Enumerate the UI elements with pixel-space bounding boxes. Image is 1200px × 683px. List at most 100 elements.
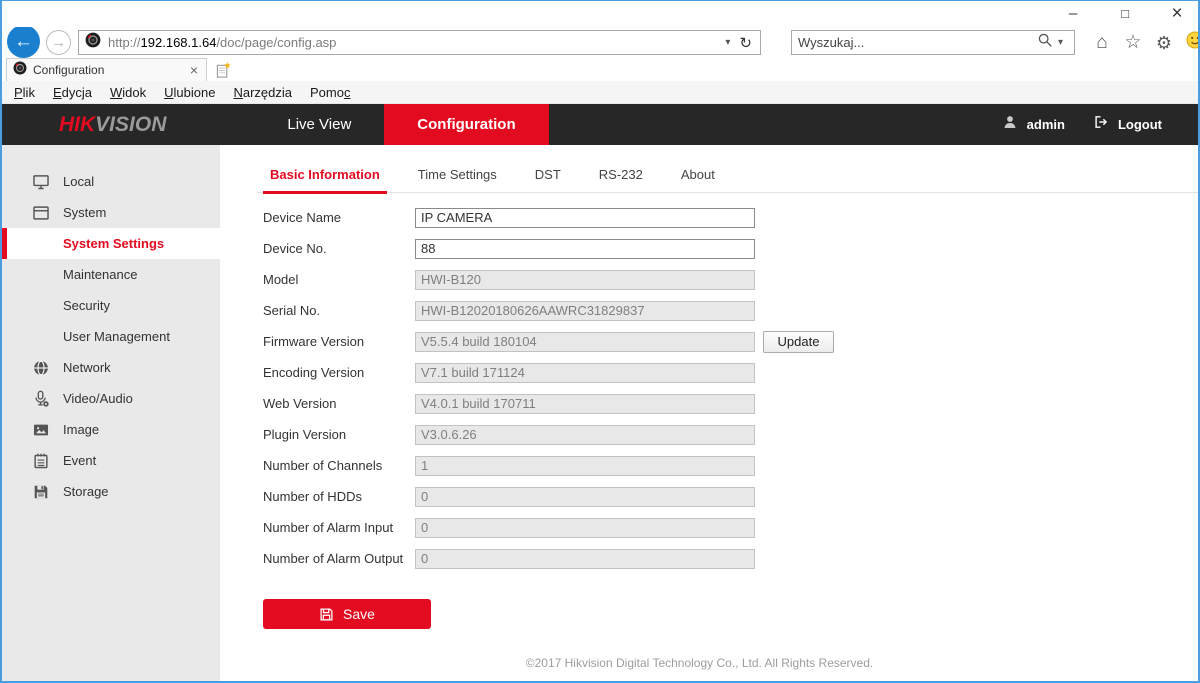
save-button[interactable]: Save: [263, 599, 431, 629]
app-header: HIKVISION Live View Configuration admin …: [2, 104, 1198, 145]
field-label: Serial No.: [263, 303, 415, 318]
tab-title: Configuration: [33, 63, 188, 77]
minimize-button[interactable]: –: [1062, 3, 1084, 25]
tab-dst[interactable]: DST: [528, 161, 568, 192]
sidebar-item-security[interactable]: Security: [2, 290, 220, 321]
home-icon[interactable]: ⌂: [1091, 32, 1113, 54]
site-favicon-icon: [85, 32, 101, 53]
form-row: Plugin Version: [263, 424, 1199, 445]
sidebar-item-maintenance[interactable]: Maintenance: [2, 259, 220, 290]
nav-configuration[interactable]: Configuration: [384, 104, 548, 145]
image-icon: [32, 421, 50, 439]
logout-button[interactable]: Logout: [1118, 117, 1162, 132]
tab-about[interactable]: About: [674, 161, 722, 192]
menu-item-plik[interactable]: Plik: [5, 85, 44, 100]
form-row: Device No.: [263, 238, 1199, 259]
storage-icon: [32, 483, 50, 501]
serial-no-input: [415, 301, 755, 321]
search-icon[interactable]: [1037, 32, 1053, 53]
form-row: Serial No.: [263, 300, 1199, 321]
settings-gear-icon[interactable]: ⚙: [1153, 32, 1175, 54]
browser-menu-bar: Plik Edycja Widok Ulubione Narzędzia Pom…: [2, 81, 1198, 104]
logout-icon: [1092, 114, 1109, 135]
num-alarm-output-input: [415, 549, 755, 569]
device-name-input[interactable]: [415, 208, 755, 228]
web-version-input: [415, 394, 755, 414]
sidebar-item-event[interactable]: Event: [2, 445, 220, 476]
tab-rs-232[interactable]: RS-232: [592, 161, 650, 192]
hikvision-logo: HIKVISION: [59, 113, 166, 137]
search-box[interactable]: Wyszukaj... ▾: [791, 30, 1075, 55]
browser-window: – □ × ← → http://192.168.1.64/doc/page/c…: [0, 0, 1200, 683]
username: admin: [1027, 117, 1065, 132]
sidebar-item-system[interactable]: System: [2, 197, 220, 228]
field-label: Web Version: [263, 396, 415, 411]
refresh-icon[interactable]: ↻: [735, 34, 754, 52]
sidebar: Local System System Settings Maintenance…: [2, 145, 220, 681]
form-row: Number of Alarm Output: [263, 548, 1199, 569]
url-text: http://192.168.1.64/doc/page/config.asp: [108, 35, 336, 50]
sidebar-item-storage[interactable]: Storage: [2, 476, 220, 507]
back-icon: ←: [14, 31, 33, 53]
microphone-icon: [32, 390, 50, 408]
sidebar-item-label: Maintenance: [63, 267, 137, 282]
tab-time-settings[interactable]: Time Settings: [411, 161, 504, 192]
form-row: Device Name: [263, 207, 1199, 228]
sidebar-item-label: Local: [63, 174, 94, 189]
nav-live-view[interactable]: Live View: [254, 104, 384, 145]
address-dropdown-icon[interactable]: ▾: [720, 37, 735, 48]
num-alarm-input-input: [415, 518, 755, 538]
search-dropdown-icon[interactable]: ▾: [1053, 37, 1068, 48]
field-label: Device No.: [263, 241, 415, 256]
menu-item-edycja[interactable]: Edycja: [44, 85, 101, 100]
sidebar-item-user-management[interactable]: User Management: [2, 321, 220, 352]
menu-item-pomoc[interactable]: Pomoc: [301, 85, 359, 100]
form-row: Firmware Version Update: [263, 331, 1199, 352]
sidebar-item-local[interactable]: Local: [2, 166, 220, 197]
menu-item-narzedzia[interactable]: Narzędzia: [224, 85, 301, 100]
firmware-version-input: [415, 332, 755, 352]
new-tab-icon: [215, 61, 232, 79]
sidebar-item-label: User Management: [63, 329, 170, 344]
search-placeholder: Wyszukaj...: [798, 35, 864, 50]
tab-basic-information[interactable]: Basic Information: [263, 161, 387, 194]
field-label: Number of Alarm Output: [263, 551, 415, 566]
tab-favicon-icon: [13, 61, 27, 80]
form-row: Encoding Version: [263, 362, 1199, 383]
monitor-icon: [32, 173, 50, 191]
address-bar[interactable]: http://192.168.1.64/doc/page/config.asp …: [78, 30, 761, 55]
field-label: Encoding Version: [263, 365, 415, 380]
device-no-input[interactable]: [415, 239, 755, 259]
forward-icon: →: [51, 34, 66, 51]
menu-item-widok[interactable]: Widok: [101, 85, 155, 100]
back-button[interactable]: ←: [7, 25, 40, 58]
close-button[interactable]: ×: [1166, 3, 1188, 25]
tab-close-icon[interactable]: ×: [188, 62, 200, 78]
globe-icon: [32, 359, 50, 377]
sidebar-item-label: Video/Audio: [63, 391, 133, 406]
sidebar-item-label: Event: [63, 453, 96, 468]
app-nav: Live View Configuration: [254, 104, 548, 145]
forward-button[interactable]: →: [46, 30, 71, 55]
browser-tab-row: Configuration ×: [2, 58, 1198, 81]
favorites-star-icon[interactable]: ☆: [1122, 32, 1144, 54]
form-row: Number of Alarm Input: [263, 517, 1199, 538]
update-button[interactable]: Update: [763, 331, 834, 353]
settings-tabbar: Basic Information Time Settings DST RS-2…: [257, 161, 1199, 193]
new-tab-button[interactable]: [211, 58, 236, 81]
field-label: Firmware Version: [263, 334, 415, 349]
sidebar-item-label: Storage: [63, 484, 109, 499]
sidebar-item-label: Image: [63, 422, 99, 437]
sidebar-item-image[interactable]: Image: [2, 414, 220, 445]
sidebar-item-system-settings[interactable]: System Settings: [2, 228, 220, 259]
feedback-smiley-icon[interactable]: [1184, 31, 1200, 55]
menu-item-ulubione[interactable]: Ulubione: [155, 85, 224, 100]
browser-tab-configuration[interactable]: Configuration ×: [6, 58, 207, 81]
copyright-footer: ©2017 Hikvision Digital Technology Co., …: [220, 656, 1179, 670]
sidebar-item-network[interactable]: Network: [2, 352, 220, 383]
sidebar-item-video-audio[interactable]: Video/Audio: [2, 383, 220, 414]
num-hdds-input: [415, 487, 755, 507]
browser-nav-row: ← → http://192.168.1.64/doc/page/config.…: [2, 27, 1198, 58]
model-input: [415, 270, 755, 290]
maximize-button[interactable]: □: [1114, 3, 1136, 25]
